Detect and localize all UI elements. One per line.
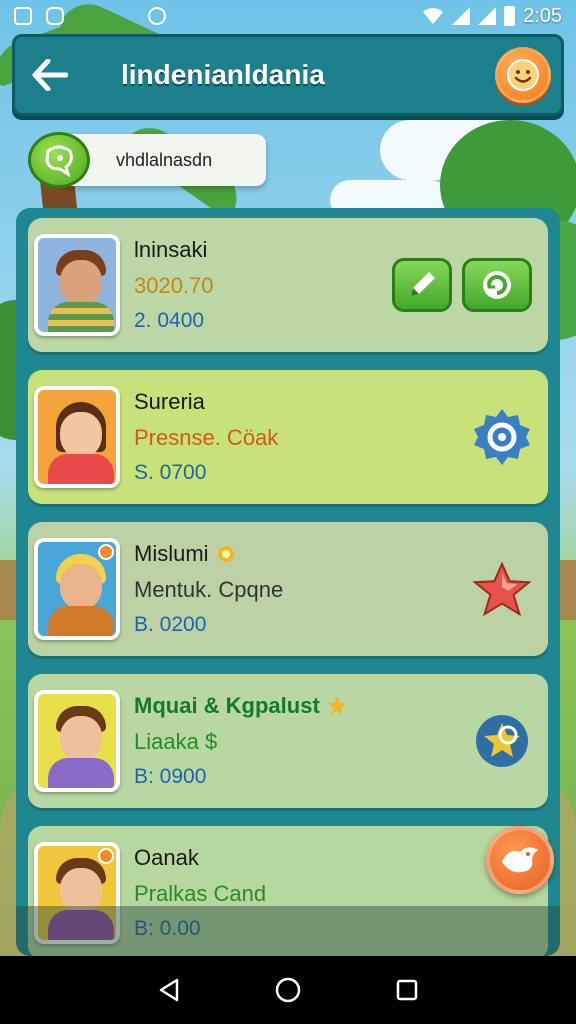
- avatar: [34, 690, 120, 792]
- avatar: [34, 386, 120, 488]
- edit-icon: [411, 272, 435, 296]
- arrow-left-icon: [32, 59, 68, 91]
- badge-icon: [476, 715, 528, 767]
- refresh-button[interactable]: [462, 258, 532, 312]
- nav-home-icon: [275, 977, 301, 1003]
- smiley-icon: [507, 59, 539, 91]
- status-time: 2:05: [523, 4, 562, 27]
- player-name: Mquai & Kgpalust: [134, 693, 320, 718]
- star-small-icon: [326, 696, 347, 716]
- signal-icon-2: [478, 7, 497, 25]
- list-item[interactable]: Sureria Presnse. Cöak S. 0700: [28, 370, 548, 504]
- player-points: 2. 0400: [134, 309, 205, 332]
- list-item[interactable]: lninsaki 3020.70 2. 0400: [28, 218, 548, 352]
- back-button[interactable]: [15, 37, 85, 113]
- list-bottom-fade: [16, 906, 560, 956]
- chat-bubble-icon: [45, 145, 73, 177]
- nav-back-button[interactable]: [149, 970, 189, 1010]
- search-chip[interactable]: vhdlalnasdn: [28, 132, 266, 188]
- wifi-icon: [423, 8, 444, 24]
- star-icon: [472, 561, 532, 617]
- app-notification-icon: [46, 7, 64, 25]
- signal-icon: [452, 7, 471, 25]
- page-title: lindenianldania: [121, 59, 325, 90]
- player-points: S. 0700: [134, 461, 207, 484]
- refresh-icon: [483, 271, 511, 299]
- player-name: Sureria: [134, 389, 205, 414]
- status-bar: 2:05: [0, 0, 576, 32]
- player-status: Presnse. Cöak: [134, 425, 279, 450]
- bug-icon: [148, 7, 166, 25]
- settings-button[interactable]: [472, 407, 532, 467]
- app-header: lindenianldania: [12, 34, 564, 116]
- nav-recents-icon: [396, 979, 417, 1001]
- search-button[interactable]: [28, 132, 90, 188]
- settings-icon: [474, 409, 530, 465]
- bird-icon: [502, 847, 538, 873]
- battery-icon: [504, 6, 516, 26]
- avatar: [34, 234, 120, 336]
- player-score: 3020.70: [134, 273, 214, 298]
- player-points: B. 0200: [134, 613, 207, 636]
- player-points: B: 0900: [134, 765, 207, 788]
- nav-recents-button[interactable]: [387, 970, 427, 1010]
- edit-button[interactable]: [392, 258, 452, 312]
- floating-action-button[interactable]: [486, 826, 554, 894]
- list-item[interactable]: Mquai & Kgpalust Liaaka $ B: 0900: [28, 674, 548, 808]
- badge-button[interactable]: [472, 711, 532, 771]
- profile-button[interactable]: [495, 47, 551, 103]
- player-status: Liaaka $: [134, 729, 218, 754]
- nav-back-icon: [160, 978, 179, 1002]
- avatar: [34, 538, 120, 640]
- player-name: Oanak: [134, 845, 199, 870]
- system-nav-bar: [0, 956, 576, 1024]
- gem-icon: [217, 546, 234, 562]
- player-name: lninsaki: [134, 237, 208, 262]
- search-input[interactable]: vhdlalnasdn: [116, 150, 212, 171]
- nav-home-button[interactable]: [268, 970, 308, 1010]
- player-status: Pralkas Cand: [134, 881, 267, 906]
- player-list: lninsaki 3020.70 2. 0400 Sureria Presnse…: [16, 208, 560, 960]
- favorite-button[interactable]: [472, 559, 532, 619]
- list-item[interactable]: Mislumi Mentuk. Cpqne B. 0200: [28, 522, 548, 656]
- notification-icon: [14, 7, 32, 25]
- player-name: Mislumi: [134, 541, 209, 566]
- player-status: Mentuk. Cpqne: [134, 577, 284, 602]
